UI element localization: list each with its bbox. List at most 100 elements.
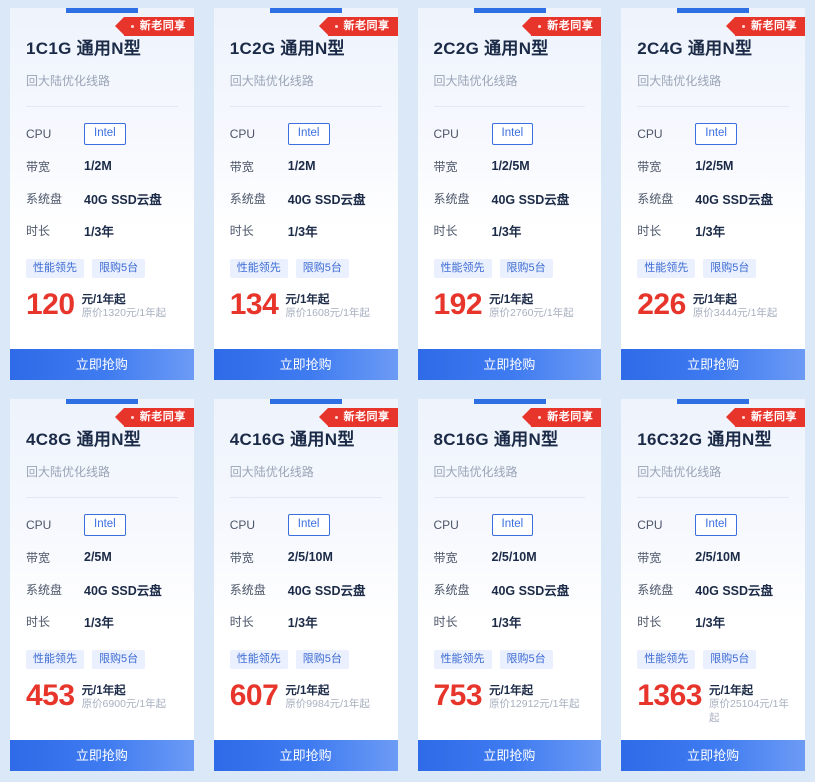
spec-row-cpu: CPU Intel <box>434 509 586 541</box>
spec-label-bandwidth: 带宽 <box>637 550 662 565</box>
product-card-slot: 新老同享 16C32G 通用N型 回大陆优化线路 CPU Intel 带宽 2/… <box>611 391 815 782</box>
spec-label-duration: 时长 <box>229 223 254 238</box>
buy-now-button[interactable]: 立即抢购 <box>213 349 398 380</box>
cpu-option-intel[interactable]: Intel <box>84 123 126 145</box>
spec-row-duration: 时长 1/3年 <box>637 214 789 246</box>
spec-row-cpu: CPU Intel <box>26 118 178 150</box>
buy-now-button[interactable]: 立即抢购 <box>417 349 602 380</box>
tag-purchase-limit: 限购5台 <box>295 259 349 278</box>
tag-list: 性能领先 限购5台 <box>433 650 586 669</box>
card-body: 1C2G 通用N型 回大陆优化线路 CPU Intel 带宽 1/2M 系统盘 … <box>214 8 398 349</box>
tag-performance: 性能领先 <box>433 259 492 278</box>
spec-value-duration: 1/3年 <box>491 615 522 630</box>
product-card[interactable]: 新老同享 4C16G 通用N型 回大陆优化线路 CPU Intel 带宽 2/5… <box>213 399 398 771</box>
ribbon-dot-icon <box>742 25 745 28</box>
tag-list: 性能领先 限购5台 <box>26 259 178 278</box>
cpu-option-intel[interactable]: Intel <box>695 514 737 536</box>
price-amount: 226 <box>637 288 686 321</box>
spec-value-duration: 1/3年 <box>491 224 522 239</box>
price-amount: 134 <box>229 288 279 321</box>
spec-value-duration: 1/3年 <box>695 615 726 630</box>
spec-value-bandwidth: 2/5/10M <box>695 550 741 564</box>
spec-value-bandwidth: 1/2/5M <box>491 159 530 173</box>
cpu-option-intel[interactable]: Intel <box>287 514 330 536</box>
price-amount: 192 <box>433 288 483 321</box>
product-card[interactable]: 新老同享 1C1G 通用N型 回大陆优化线路 CPU Intel 带宽 1/2M <box>10 8 194 380</box>
spec-list: CPU Intel 带宽 1/2/5M 系统盘 40G SSD云盘 时长 1/3… <box>637 118 789 246</box>
spec-row-bandwidth: 带宽 1/2M <box>230 150 382 182</box>
cpu-option-intel[interactable]: Intel <box>491 514 534 536</box>
cpu-option-intel[interactable]: Intel <box>695 123 737 145</box>
product-card[interactable]: 新老同享 2C2G 通用N型 回大陆优化线路 CPU Intel 带宽 1/2/… <box>417 8 602 380</box>
product-card[interactable]: 新老同享 16C32G 通用N型 回大陆优化线路 CPU Intel 带宽 2/… <box>621 399 805 771</box>
spec-value-disk: 40G SSD云盘 <box>491 192 570 207</box>
promo-ribbon: 新老同享 <box>114 408 194 427</box>
spec-row-duration: 时长 1/3年 <box>434 214 586 246</box>
spec-value-disk: 40G SSD云盘 <box>287 192 366 207</box>
spec-label-disk: 系统盘 <box>229 191 266 206</box>
price-unit: 元/1年起 <box>489 294 534 306</box>
spec-label-cpu: CPU <box>26 127 52 141</box>
buy-now-button[interactable]: 立即抢购 <box>213 740 398 771</box>
price-original: 原价9984元/1年起 <box>285 698 370 711</box>
spec-value-disk: 40G SSD云盘 <box>695 583 774 598</box>
spec-label-cpu: CPU <box>26 518 52 532</box>
spec-row-duration: 时长 1/3年 <box>26 605 178 637</box>
buy-now-button[interactable]: 立即抢购 <box>621 740 805 771</box>
spec-row-duration: 时长 1/3年 <box>637 605 789 637</box>
card-body: 2C4G 通用N型 回大陆优化线路 CPU Intel 带宽 1/2/5M 系统… <box>621 8 805 349</box>
buy-now-button[interactable]: 立即抢购 <box>10 349 194 380</box>
tag-list: 性能领先 限购5台 <box>637 259 789 278</box>
spec-value-bandwidth: 1/2M <box>84 159 112 173</box>
buy-now-button[interactable]: 立即抢购 <box>417 740 602 771</box>
promo-ribbon-label: 新老同享 <box>343 20 390 32</box>
spec-label-bandwidth: 带宽 <box>26 550 51 565</box>
promo-ribbon-label: 新老同享 <box>547 411 594 423</box>
card-subtitle: 回大陆优化线路 <box>637 74 722 88</box>
spec-value-bandwidth: 2/5M <box>84 550 112 564</box>
price-original: 原价12912元/1年起 <box>489 698 580 711</box>
buy-now-button[interactable]: 立即抢购 <box>621 349 805 380</box>
tag-performance: 性能领先 <box>26 259 84 278</box>
card-accent-tab <box>677 8 750 13</box>
buy-now-button[interactable]: 立即抢购 <box>10 740 194 771</box>
product-card[interactable]: 新老同享 4C8G 通用N型 回大陆优化线路 CPU Intel 带宽 2/5M <box>10 399 194 771</box>
price-original: 原价2760元/1年起 <box>489 307 574 320</box>
price-row: 453 元/1年起 原价6900元/1年起 <box>26 681 178 712</box>
card-title: 16C32G 通用N型 <box>637 430 772 449</box>
spec-label-bandwidth: 带宽 <box>26 159 51 174</box>
product-card-slot: 新老同享 8C16G 通用N型 回大陆优化线路 CPU Intel 带宽 2/5… <box>408 391 612 782</box>
tag-purchase-limit: 限购5台 <box>92 259 146 278</box>
card-title: 1C2G 通用N型 <box>229 39 345 58</box>
cpu-option-intel[interactable]: Intel <box>84 514 126 536</box>
spec-value-bandwidth: 1/2/5M <box>695 159 734 173</box>
product-card-slot: 新老同享 4C16G 通用N型 回大陆优化线路 CPU Intel 带宽 2/5… <box>204 391 408 782</box>
spec-label-bandwidth: 带宽 <box>637 159 662 174</box>
price-amount: 753 <box>433 679 483 712</box>
spec-label-disk: 系统盘 <box>26 582 63 597</box>
promo-ribbon: 新老同享 <box>318 408 398 427</box>
promo-ribbon: 新老同享 <box>726 408 805 427</box>
spec-label-disk: 系统盘 <box>229 582 266 597</box>
cpu-option-intel[interactable]: Intel <box>287 123 330 145</box>
spec-label-disk: 系统盘 <box>637 191 674 206</box>
price-original: 原价3444元/1年起 <box>692 307 778 320</box>
cpu-option-intel[interactable]: Intel <box>491 123 534 145</box>
card-divider <box>433 497 586 498</box>
product-card-grid: 新老同享 1C1G 通用N型 回大陆优化线路 CPU Intel 带宽 1/2M <box>0 0 815 782</box>
product-card[interactable]: 新老同享 2C4G 通用N型 回大陆优化线路 CPU Intel 带宽 1/2/… <box>621 8 805 380</box>
spec-row-disk: 系统盘 40G SSD云盘 <box>230 182 382 214</box>
price-original: 原价25104元/1年起 <box>709 698 789 725</box>
spec-label-duration: 时长 <box>637 223 662 238</box>
ribbon-dot-icon <box>538 25 542 28</box>
spec-value-disk: 40G SSD云盘 <box>84 583 162 598</box>
product-card[interactable]: 新老同享 8C16G 通用N型 回大陆优化线路 CPU Intel 带宽 2/5… <box>417 399 602 771</box>
card-subtitle: 回大陆优化线路 <box>637 465 722 479</box>
spec-label-disk: 系统盘 <box>433 582 470 597</box>
spec-value-bandwidth: 2/5/10M <box>287 550 333 564</box>
price-meta: 元/1年起 原价12912元/1年起 <box>489 682 579 712</box>
product-card-slot: 新老同享 1C2G 通用N型 回大陆优化线路 CPU Intel 带宽 1/2M <box>204 0 408 391</box>
spec-row-cpu: CPU Intel <box>230 118 382 150</box>
product-card[interactable]: 新老同享 1C2G 通用N型 回大陆优化线路 CPU Intel 带宽 1/2M <box>213 8 398 380</box>
price-meta: 元/1年起 原价2760元/1年起 <box>489 291 574 321</box>
